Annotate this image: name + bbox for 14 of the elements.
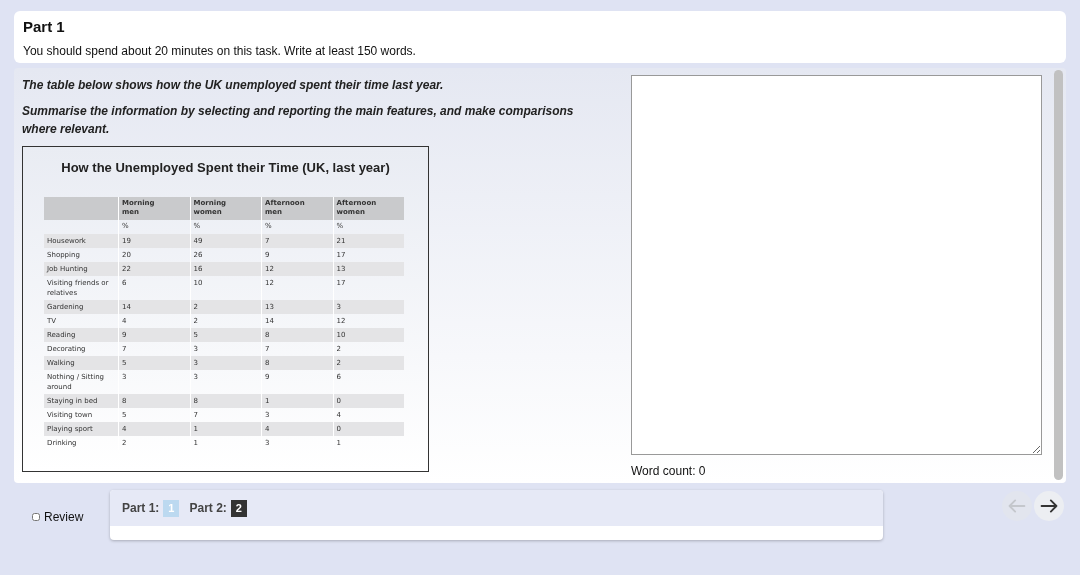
question-number[interactable]: 2 [230, 499, 247, 517]
part-label: Part 1: [122, 500, 160, 517]
scrollbar[interactable] [1054, 70, 1063, 480]
answer-field[interactable] [631, 75, 1042, 455]
word-count: Word count: 0 [631, 463, 707, 480]
task-prompt: Summarise the information by selecting and reporting the main features, and make comparisons where relevant. [22, 103, 575, 138]
part-label: Part 2: [189, 500, 227, 517]
task-prompt: The table below shows how the UK unemployed spent their time last year. [22, 77, 445, 94]
instructions: You should spend about 20 minutes on this task. Write at least 150 words. [23, 43, 417, 60]
review-checkbox[interactable] [32, 513, 40, 521]
forward-button[interactable] [1034, 491, 1064, 521]
table-title: How the Unemployed Spent their Time (UK, last year) [60, 159, 391, 177]
review-label: Review [44, 509, 84, 526]
part-title: Part 1 [23, 17, 66, 37]
